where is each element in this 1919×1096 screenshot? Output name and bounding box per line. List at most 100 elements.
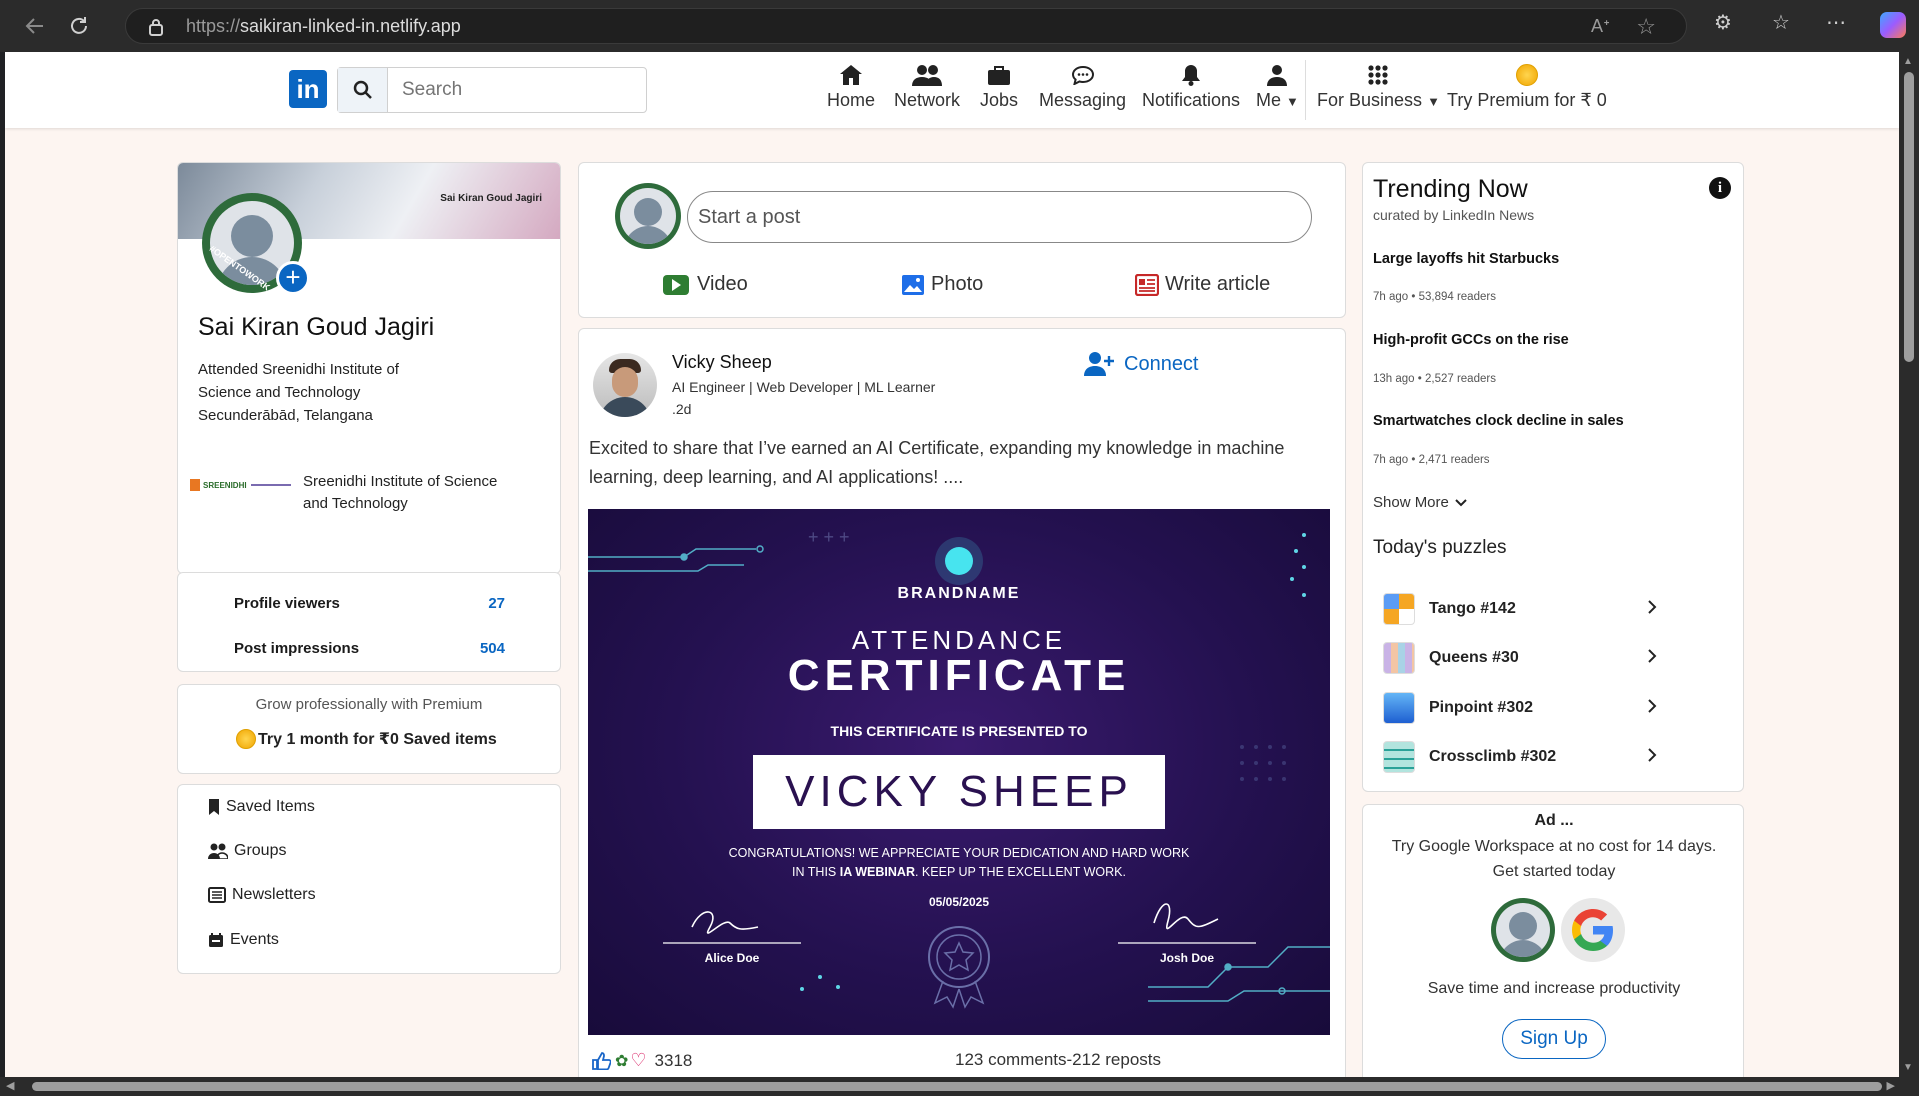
- back-icon[interactable]: [18, 9, 52, 43]
- search-icon[interactable]: [338, 68, 388, 112]
- trending-item-headline[interactable]: High-profit GCCs on the rise: [1373, 332, 1569, 348]
- nav-for-business[interactable]: For Business ▼: [1317, 60, 1440, 111]
- copilot-icon[interactable]: [1880, 12, 1906, 38]
- chevron-right-icon: [1648, 748, 1657, 762]
- reload-icon[interactable]: [62, 9, 96, 43]
- info-icon[interactable]: i: [1709, 177, 1731, 199]
- photo-icon: [902, 274, 924, 295]
- nav-me-label: Me ▼: [1256, 90, 1299, 110]
- feed-post: Vicky Sheep AI Engineer | Web Developer …: [578, 328, 1346, 1077]
- composer-avatar: [615, 183, 681, 249]
- post-composer: Start a post Video Photo Write article: [578, 162, 1346, 318]
- nav-jobs-label: Jobs: [980, 90, 1019, 110]
- premium-coin-icon: [1515, 60, 1538, 90]
- search-box[interactable]: [337, 67, 647, 113]
- bookmark-icon: [209, 799, 219, 815]
- for-business-label: For Business ▼: [1317, 90, 1440, 110]
- start-post-input[interactable]: Start a post: [687, 191, 1312, 243]
- institute-name[interactable]: Sreenidhi Institute of Science and Techn…: [303, 471, 497, 515]
- horizontal-scrollbar[interactable]: ◀ ▶: [0, 1077, 1919, 1096]
- post-time: .2d: [672, 401, 692, 417]
- nav-messaging[interactable]: Messaging: [1039, 60, 1126, 111]
- certificate-message: CONGRATULATIONS! WE APPRECIATE YOUR DEDI…: [728, 846, 1190, 879]
- read-aloud-icon[interactable]: Aᐩ: [1591, 16, 1610, 37]
- nav-me[interactable]: Me ▼: [1256, 60, 1299, 111]
- premium-card: Grow professionally with Premium Try 1 m…: [177, 684, 561, 774]
- nav-notifications[interactable]: Notifications: [1142, 60, 1240, 111]
- trending-subtitle: curated by LinkedIn News: [1373, 207, 1535, 223]
- institute-logo: SREENIDHI: [190, 475, 296, 495]
- briefcase-icon: [987, 60, 1011, 90]
- video-button[interactable]: Video: [663, 273, 748, 296]
- trending-item-headline[interactable]: Smartwatches clock decline in sales: [1373, 413, 1624, 429]
- saved-items-link[interactable]: Saved Items: [208, 798, 315, 816]
- write-article-button[interactable]: Write article: [1135, 273, 1270, 296]
- comments-reposts-count[interactable]: 123 comments-212 reposts: [955, 1050, 1161, 1070]
- newsletters-link[interactable]: Newsletters: [208, 886, 316, 904]
- premium-tagline: Grow professionally with Premium: [255, 696, 483, 713]
- favorite-star-icon[interactable]: ☆: [1636, 14, 1656, 40]
- groups-icon: [208, 843, 228, 859]
- profile-viewers-label[interactable]: Profile viewers: [234, 595, 340, 612]
- favorites-icon[interactable]: ☆: [1772, 10, 1790, 35]
- certificate-signature-right: Josh Doe: [1159, 951, 1214, 965]
- nav-home[interactable]: Home: [827, 60, 875, 111]
- address-bar[interactable]: https://saikiran-linked-in.netlify.app A…: [125, 8, 1687, 44]
- puzzle-crossclimb[interactable]: Crossclimb #302: [1383, 734, 1658, 780]
- caret-down-icon: ▼: [1286, 94, 1299, 109]
- post-author-avatar[interactable]: [593, 353, 657, 417]
- nav-jobs[interactable]: Jobs: [980, 60, 1018, 111]
- article-icon: [1135, 273, 1159, 296]
- post-author-headline: AI Engineer | Web Developer | ML Learner: [672, 379, 936, 395]
- photo-button[interactable]: Photo: [901, 273, 983, 296]
- groups-link[interactable]: Groups: [208, 842, 286, 860]
- trending-item-meta: 13h ago • 2,527 readers: [1373, 373, 1496, 385]
- profile-name[interactable]: Sai Kiran Goud Jagiri: [198, 313, 434, 342]
- post-author-name[interactable]: Vicky Sheep: [672, 352, 772, 373]
- trending-card: Trending Now curated by LinkedIn News i …: [1362, 162, 1744, 792]
- celebrate-icon: ✿: [615, 1052, 629, 1070]
- linkedin-logo[interactable]: in: [289, 70, 327, 108]
- scroll-right-arrow-icon: ▶: [1886, 1080, 1895, 1092]
- post-impressions-value: 504: [479, 640, 505, 657]
- message-icon: [1071, 60, 1094, 90]
- crossclimb-icon: [1383, 741, 1415, 773]
- vertical-scrollbar[interactable]: ▲ ▼: [1899, 52, 1919, 1077]
- reactions-summary[interactable]: ✿ ♡ 3318: [591, 1050, 692, 1071]
- video-icon: [663, 274, 689, 295]
- nav-try-premium[interactable]: Try Premium for ₹ 0: [1447, 60, 1607, 111]
- ad-label[interactable]: Ad ...: [1363, 812, 1745, 830]
- add-photo-button[interactable]: +: [276, 261, 310, 295]
- trending-item-headline[interactable]: Large layoffs hit Starbucks: [1373, 251, 1559, 267]
- sign-up-button[interactable]: Sign Up: [1502, 1019, 1606, 1059]
- top-navigation: in Home Network Jobs Messaging Notificat…: [5, 52, 1899, 128]
- extensions-icon[interactable]: ⚙: [1714, 10, 1732, 35]
- post-impressions-label[interactable]: Post impressions: [234, 640, 359, 657]
- connect-button[interactable]: Connect: [1084, 351, 1199, 377]
- events-link[interactable]: Events: [208, 931, 279, 949]
- trending-item-meta: 7h ago • 2,471 readers: [1373, 454, 1490, 466]
- puzzle-queens[interactable]: Queens #30: [1383, 635, 1658, 681]
- like-icon: [592, 1051, 611, 1070]
- puzzle-pinpoint[interactable]: Pinpoint #302: [1383, 685, 1658, 731]
- nav-network-label: Network: [894, 90, 961, 110]
- nav-notifications-label: Notifications: [1142, 90, 1241, 110]
- search-input[interactable]: [388, 68, 638, 112]
- puzzle-tango[interactable]: Tango #142: [1383, 586, 1658, 632]
- more-menu-icon[interactable]: ⋯: [1826, 10, 1846, 35]
- certificate-presented-to: THIS CERTIFICATE IS PRESENTED TO: [830, 723, 1088, 739]
- show-more-button[interactable]: Show More: [1373, 494, 1468, 511]
- premium-cta[interactable]: Try 1 month for ₹0 Saved items: [236, 729, 497, 749]
- ad-description: Try Google Workspace at no cost for 14 d…: [1391, 838, 1717, 880]
- certificate-brand: BRANDNAME: [897, 585, 1021, 602]
- grid-icon: [1367, 60, 1389, 90]
- profile-location: Secunderābād, Telangana: [198, 407, 373, 424]
- scrollbar-thumb: [1904, 72, 1914, 362]
- google-logo-icon: [1561, 898, 1625, 962]
- try-premium-label: Try Premium for ₹ 0: [1447, 90, 1607, 110]
- home-icon: [838, 60, 864, 90]
- chevron-right-icon: [1648, 699, 1657, 713]
- nav-network[interactable]: Network: [894, 60, 960, 111]
- post-image-certificate[interactable]: + + + BRANDNAME ATTENDANCE CERTIFICATE T…: [588, 509, 1330, 1035]
- add-person-icon: [1084, 352, 1114, 376]
